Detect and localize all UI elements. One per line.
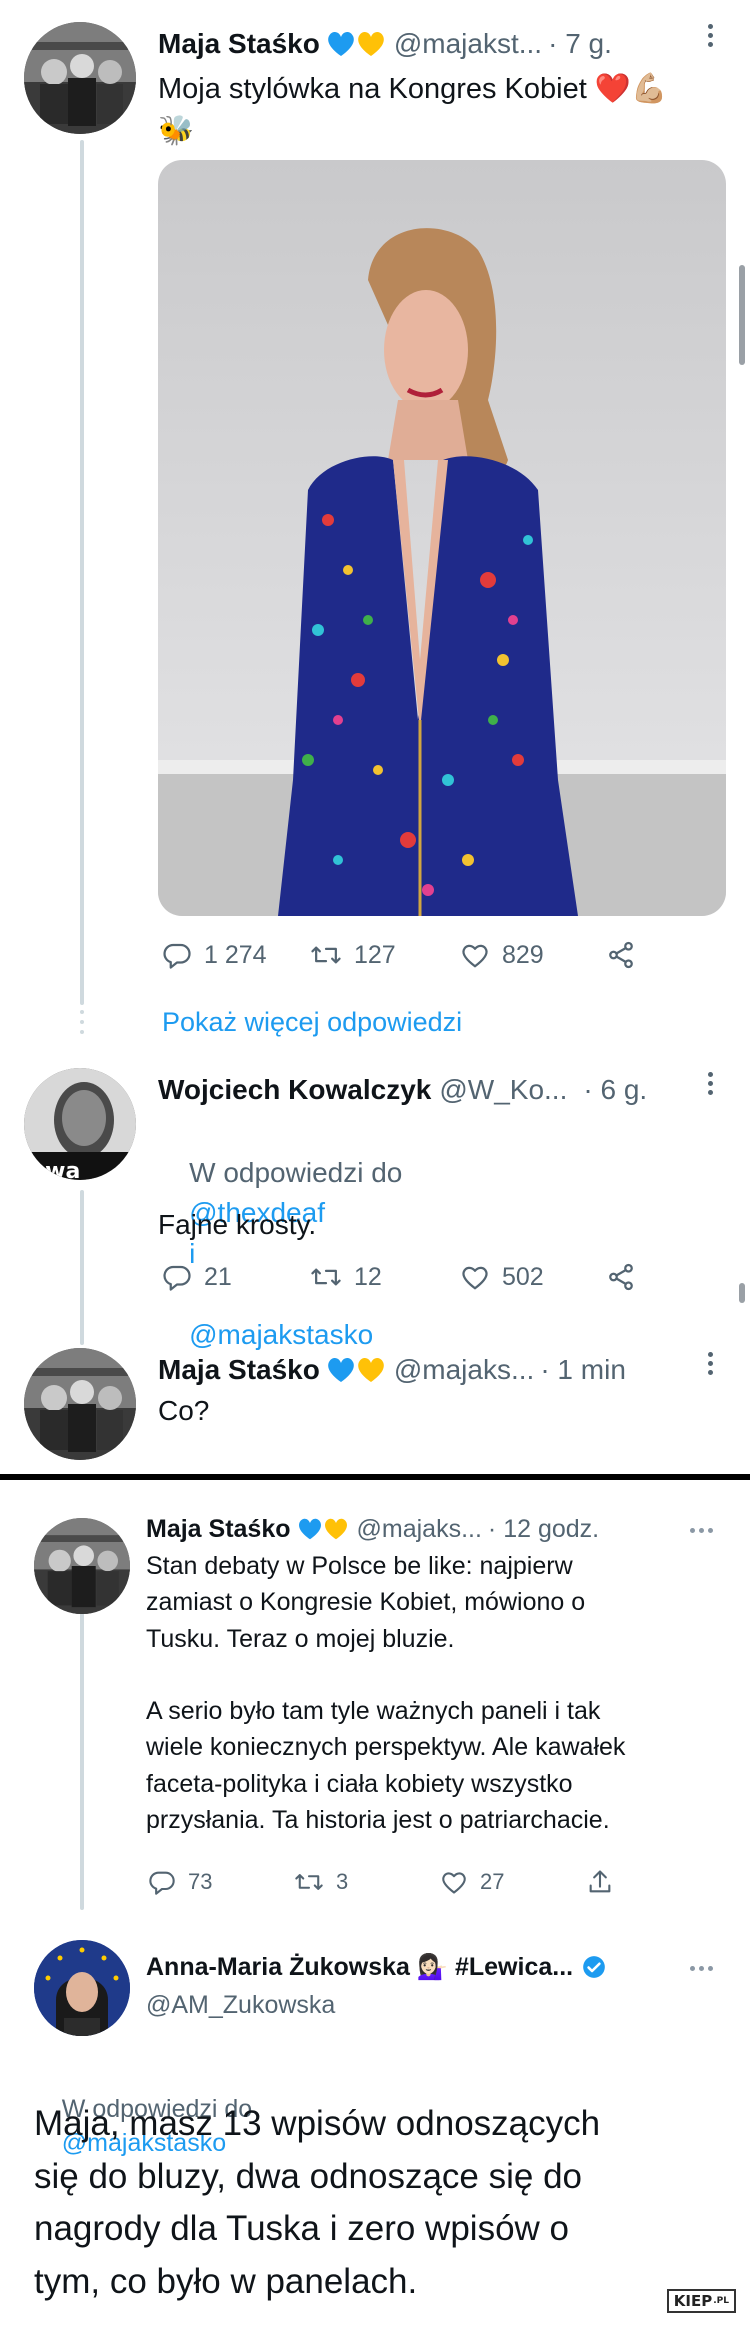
author-name[interactable]: Maja Staśko xyxy=(146,1515,291,1544)
author-handle[interactable]: @majaks... xyxy=(394,1354,534,1386)
yellow-heart-icon xyxy=(358,31,384,56)
mention-link[interactable]: @majakstasko xyxy=(189,1319,373,1350)
like-button[interactable]: 829 xyxy=(460,941,605,970)
retweet-icon xyxy=(311,1268,341,1286)
retweet-button[interactable]: 12 xyxy=(310,1262,460,1292)
top-screenshot: Maja Staśko @majakst... · 7 g. Moja styl… xyxy=(0,0,750,1474)
tweet-text: Stan debaty w Polsce be like: najpierw z… xyxy=(146,1552,626,1834)
author-handle[interactable]: @W_Ko... xyxy=(439,1074,567,1106)
more-options-icon[interactable] xyxy=(690,1966,717,1971)
verified-badge-icon xyxy=(583,1956,605,1978)
like-icon xyxy=(462,944,488,968)
reply-count: 21 xyxy=(204,1262,232,1291)
tweet-time[interactable]: · 12 godz. xyxy=(488,1515,599,1544)
author-name[interactable]: Maja Staśko xyxy=(158,1354,320,1386)
tweet-time[interactable]: · 6 g. xyxy=(583,1074,647,1106)
like-button[interactable]: 27 xyxy=(440,1869,586,1895)
like-count: 27 xyxy=(480,1869,505,1894)
more-options-icon[interactable] xyxy=(708,1072,714,1099)
tweet-header: Maja Staśko @majaks... · 1 min xyxy=(158,1350,698,1390)
watermark-suffix: .PL xyxy=(713,2296,729,2306)
thread-line xyxy=(80,1610,84,1910)
reply-icon xyxy=(149,1871,175,1895)
tweet-actions: 1 274 127 829 xyxy=(162,940,637,970)
more-options-icon[interactable] xyxy=(708,24,714,51)
site-watermark: KIEP .PL xyxy=(666,2289,736,2313)
thread-line xyxy=(80,140,84,1005)
tweet-actions: 21 12 502 xyxy=(162,1262,637,1292)
scrollbar-thumb[interactable] xyxy=(739,1283,745,1303)
tweet-header: Maja Staśko @majaks... · 12 godz. xyxy=(146,1510,686,1548)
tweet-text: Maja, masz 13 wpisów odnoszących się do … xyxy=(34,2104,601,2301)
more-options-icon[interactable] xyxy=(708,1352,714,1379)
like-icon xyxy=(462,1266,488,1290)
reply-icon xyxy=(163,1265,191,1291)
tweet-text: Moja stylówka na Kongres Kobiet ❤️💪🏼 🐝 xyxy=(158,73,668,148)
retweet-count: 127 xyxy=(354,940,396,969)
share-button[interactable] xyxy=(605,1262,637,1292)
retweet-count: 3 xyxy=(336,1869,349,1894)
svg-text:owa: owa xyxy=(30,1159,80,1180)
share-icon xyxy=(609,941,633,969)
avatar[interactable] xyxy=(24,22,136,134)
author-name[interactable]: Maja Staśko xyxy=(158,28,320,60)
bottom-screenshot: Maja Staśko @majaks... · 12 godz. Stan d… xyxy=(0,1480,750,2325)
reply-icon xyxy=(163,943,191,969)
avatar[interactable] xyxy=(34,1518,130,1614)
reply-button[interactable]: 21 xyxy=(162,1262,310,1292)
like-icon xyxy=(442,1872,466,1894)
retweet-icon xyxy=(295,1874,323,1890)
scrollbar-thumb[interactable] xyxy=(739,265,745,365)
tweet-time[interactable]: · 1 min xyxy=(540,1354,626,1386)
blue-heart-icon xyxy=(298,1518,321,1540)
tweet-photo[interactable] xyxy=(158,160,726,916)
tweet-header: Wojciech Kowalczyk @W_Ko... · 6 g. xyxy=(158,1070,698,1110)
share-button[interactable] xyxy=(586,1868,614,1896)
share-icon xyxy=(609,1263,633,1291)
tweet-header: Anna-Maria Żukowska 💁🏻‍♀️ #Lewica... xyxy=(146,1948,686,1986)
reply-count: 1 274 xyxy=(204,940,267,969)
share-button[interactable] xyxy=(605,940,637,970)
like-count: 502 xyxy=(502,1262,544,1291)
like-count: 829 xyxy=(502,940,544,969)
blue-heart-icon xyxy=(328,1357,354,1382)
author-handle[interactable]: @majakst... xyxy=(394,28,542,60)
retweet-icon xyxy=(311,946,341,964)
share-icon xyxy=(589,1870,611,1893)
retweet-count: 12 xyxy=(354,1262,382,1291)
yellow-heart-icon xyxy=(358,1357,384,1382)
retweet-button[interactable]: 127 xyxy=(310,940,460,970)
tweet-actions: 73 3 27 xyxy=(148,1868,614,1896)
author-handle[interactable]: @AM_Zukowska xyxy=(146,1988,335,2022)
more-options-icon[interactable] xyxy=(690,1528,717,1533)
avatar[interactable] xyxy=(34,1940,130,2036)
tweet-header: Maja Staśko @majakst... · 7 g. xyxy=(158,24,678,64)
author-handle[interactable]: @majaks... xyxy=(357,1515,482,1544)
tweet-text: Fajne krosty. xyxy=(158,1209,317,1240)
author-name[interactable]: Anna-Maria Żukowska 💁🏻‍♀️ #Lewica... xyxy=(146,1953,573,1982)
avatar[interactable]: owa xyxy=(24,1068,136,1180)
watermark-text: KIEP xyxy=(673,2292,713,2310)
show-more-replies-link[interactable]: Pokaż więcej odpowiedzi xyxy=(162,1004,462,1041)
blue-heart-icon xyxy=(328,31,354,56)
avatar[interactable] xyxy=(24,1348,136,1460)
thread-line xyxy=(80,1190,84,1345)
reply-prefix: W odpowiedzi do xyxy=(189,1156,403,1188)
tweet-text: Co? xyxy=(158,1395,210,1426)
reply-count: 73 xyxy=(188,1869,213,1894)
author-name[interactable]: Wojciech Kowalczyk xyxy=(158,1074,431,1106)
reply-button[interactable]: 1 274 xyxy=(162,940,310,970)
thread-dots xyxy=(80,1010,84,1040)
tweet-time[interactable]: · 7 g. xyxy=(548,28,612,60)
retweet-button[interactable]: 3 xyxy=(294,1868,440,1896)
like-button[interactable]: 502 xyxy=(460,1263,605,1292)
reply-button[interactable]: 73 xyxy=(148,1868,294,1896)
yellow-heart-icon xyxy=(324,1518,347,1540)
